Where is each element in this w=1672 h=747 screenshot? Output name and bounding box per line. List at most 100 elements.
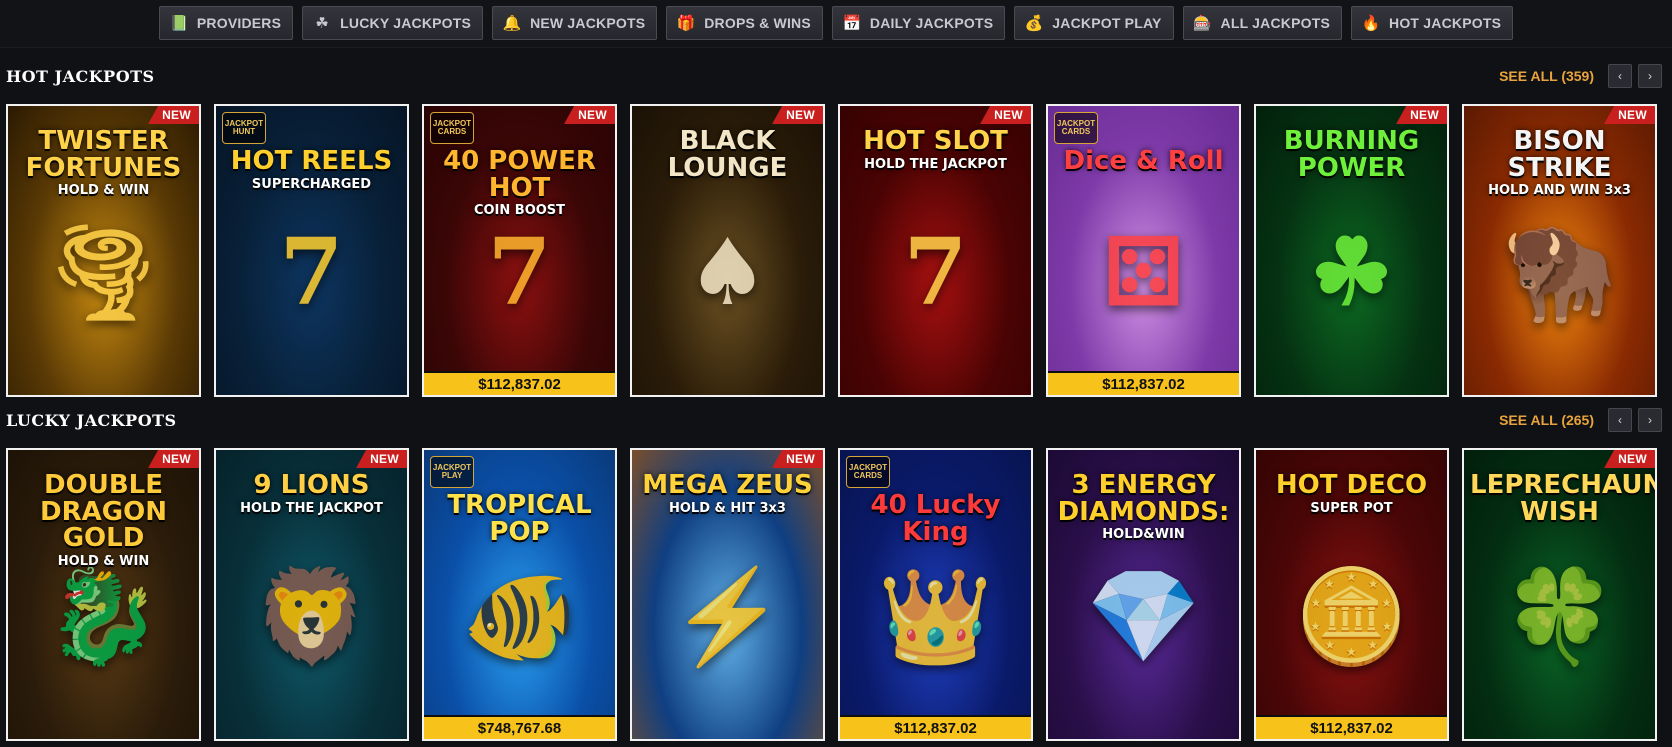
money-bag-icon: 💰 [1024, 14, 1044, 32]
section-title: LUCKY JACKPOTS [6, 410, 177, 430]
game-art-symbol-icon: 🪙 [1294, 562, 1409, 670]
game-tile[interactable]: 🐉 DOUBLE DRAGON GOLD HOLD & WIN NEW [6, 448, 201, 741]
provider-badge: JACKPOT CARDS [430, 112, 474, 144]
game-name: TWISTER FORTUNES [25, 126, 182, 183]
prev-arrow-icon[interactable]: ‹ [1608, 64, 1632, 88]
game-name: DOUBLE DRAGON GOLD [40, 470, 167, 554]
game-name: 40 Lucky King [870, 490, 1001, 547]
nav-all-jackpots-button[interactable]: 🎰 ALL JACKPOTS [1182, 6, 1343, 40]
game-tile[interactable]: 👑 40 Lucky King JACKPOT CARDS $112,837.02 [838, 448, 1033, 741]
game-art-symbol-icon: 🌪 [45, 218, 162, 326]
game-name: 40 POWER HOT [443, 146, 596, 203]
game-title: 40 POWER HOT COIN BOOST [430, 146, 609, 218]
clover-icon: ☘ [315, 14, 329, 32]
game-tile[interactable]: 7 40 POWER HOT COIN BOOST JACKPOT CARDS NEW $… [422, 104, 617, 397]
calendar-icon: 📅 [842, 14, 862, 32]
section-header: LUCKY JACKPOTS SEE ALL (265) ‹ › [0, 392, 1672, 448]
provider-badge: JACKPOT CARDS [1054, 112, 1098, 144]
see-all-link[interactable]: SEE ALL (359) [1499, 68, 1594, 84]
next-arrow-icon[interactable]: › [1638, 64, 1662, 88]
game-name: 3 ENERGY DIAMONDS: [1057, 470, 1230, 527]
nav-label: PROVIDERS [196, 15, 282, 31]
see-all-link[interactable]: SEE ALL (265) [1499, 412, 1594, 428]
game-art-symbol-icon: 🦬 [1502, 218, 1617, 326]
provider-badge: JACKPOT CARDS [846, 456, 890, 488]
next-arrow-icon[interactable]: › [1638, 408, 1662, 432]
game-tile[interactable]: 🪙 HOT DECO SUPER POT $112,837.02 [1254, 448, 1449, 741]
game-name: HOT DECO [1275, 470, 1428, 500]
nav-label: JACKPOT PLAY [1052, 15, 1162, 31]
game-tile[interactable]: 7 HOT REELS SUPERCHARGED JACKPOT HUNT [214, 104, 409, 397]
game-name: MEGA ZEUS [642, 470, 813, 500]
game-title: 9 LIONS HOLD THE JACKPOT [222, 472, 401, 515]
game-tile[interactable]: 🦁 9 LIONS HOLD THE JACKPOT NEW [214, 448, 409, 741]
game-title: LEPRECHAUN WISH [1470, 472, 1655, 525]
jackpot-amount: $748,767.68 [424, 715, 615, 739]
game-tile[interactable]: 🦬 BISON STRIKE HOLD AND WIN 3x3 NEW [1462, 104, 1657, 397]
nav-jackpot-play-button[interactable]: 💰 JACKPOT PLAY [1014, 6, 1174, 40]
drops-icon: 🎁 [676, 14, 696, 32]
nav-lucky-jackpots-button[interactable]: ☘ LUCKY JACKPOTS [302, 6, 484, 40]
bell-icon: 🔔 [502, 14, 522, 32]
game-tile[interactable]: ⚡ MEGA ZEUS HOLD & HIT 3x3 NEW [630, 448, 825, 741]
nav-label: LUCKY JACKPOTS [340, 15, 472, 31]
game-subtitle: HOLD & WIN [57, 553, 150, 569]
nav-providers-button[interactable]: 📗 PROVIDERS [158, 6, 294, 40]
game-title: 3 ENERGY DIAMONDS: HOLD&WIN [1054, 470, 1233, 542]
section-hot-jackpots: HOT JACKPOTS SEE ALL (359) ‹ › 🌪 TWISTER FORT… [0, 48, 1672, 397]
game-tile[interactable]: ☘ BURNING POWER NEW [1254, 104, 1449, 397]
section-title: HOT JACKPOTS [6, 66, 155, 86]
section-lucky-jackpots: LUCKY JACKPOTS SEE ALL (265) ‹ › 🐉 DOUBLE DRA… [0, 392, 1672, 741]
game-name: Dice & Roll [1063, 146, 1224, 176]
section-controls: SEE ALL (359) ‹ › [1499, 64, 1662, 88]
game-art-symbol-icon: 💎 [1086, 562, 1201, 670]
game-tile[interactable]: 7 HOT SLOT HOLD THE JACKPOT NEW [838, 104, 1033, 397]
game-tile[interactable]: ⚄ Dice & Roll JACKPOT CARDS $112,837.02 [1046, 104, 1241, 397]
game-name: HOT SLOT [863, 126, 1008, 156]
nav-hot-jackpots-button[interactable]: 🔥 HOT JACKPOTS [1351, 6, 1514, 40]
game-subtitle: HOLD & HIT 3x3 [669, 500, 786, 516]
game-row: 🌪 TWISTER FORTUNES HOLD & WIN NEW 7 HOT REELS… [0, 104, 1672, 397]
prev-arrow-icon[interactable]: ‹ [1608, 408, 1632, 432]
book-icon: 📗 [169, 14, 189, 32]
game-title: BISON STRIKE HOLD AND WIN 3x3 [1470, 126, 1649, 198]
game-tile[interactable]: 🐠 TROPICAL POP JACKPOT PLAY $748,767.68 [422, 448, 617, 741]
section-header: HOT JACKPOTS SEE ALL (359) ‹ › [0, 48, 1672, 104]
game-tile[interactable]: 🌪 TWISTER FORTUNES HOLD & WIN NEW [6, 104, 201, 397]
game-tile[interactable]: ♠ BLACK LOUNGE NEW [630, 104, 825, 397]
game-art-symbol-icon: ♠ [686, 218, 769, 326]
game-art-symbol-icon: 7 [279, 218, 344, 326]
game-art-symbol-icon: 🦁 [254, 562, 369, 670]
nav-daily-jackpots-button[interactable]: 📅 DAILY JACKPOTS [831, 6, 1006, 40]
game-title: TROPICAL POP [430, 492, 609, 545]
game-tile[interactable]: 🍀 LEPRECHAUN WISH NEW [1462, 448, 1657, 741]
nav-drops-wins-button[interactable]: 🎁 DROPS & WINS [666, 6, 823, 40]
nav-new-jackpots-button[interactable]: 🔔 NEW JACKPOTS [492, 6, 658, 40]
game-title: DOUBLE DRAGON GOLD HOLD & WIN [14, 472, 193, 568]
fire-icon: 🔥 [1361, 14, 1381, 32]
nav-label: NEW JACKPOTS [530, 15, 646, 31]
game-title: BURNING POWER [1262, 128, 1441, 181]
game-title: BLACK LOUNGE [638, 128, 817, 181]
game-art-symbol-icon: 7 [487, 218, 552, 326]
game-art-symbol-icon: 🍀 [1502, 562, 1617, 670]
game-title: TWISTER FORTUNES HOLD & WIN [14, 126, 193, 199]
game-name: BLACK LOUNGE [667, 126, 788, 183]
jackpot-amount: $112,837.02 [840, 715, 1031, 739]
nav-label: ALL JACKPOTS [1220, 15, 1331, 31]
game-title: HOT DECO SUPER POT [1262, 472, 1441, 515]
slot-machine-icon: 🎰 [1193, 14, 1212, 32]
game-subtitle: HOLD THE JACKPOT [240, 500, 383, 516]
game-art-symbol-icon: 7 [903, 218, 968, 326]
game-tile[interactable]: 💎 3 ENERGY DIAMONDS: HOLD&WIN [1046, 448, 1241, 741]
game-art-symbol-icon: 🐉 [46, 562, 161, 670]
game-art-symbol-icon: 👑 [878, 562, 993, 670]
game-name: 9 LIONS [253, 470, 370, 500]
nav-label: HOT JACKPOTS [1389, 15, 1502, 31]
game-name: HOT REELS [230, 146, 393, 176]
nav-label: DAILY JACKPOTS [869, 15, 994, 31]
game-name: BISON STRIKE [1507, 126, 1612, 183]
game-title: 40 Lucky King [846, 492, 1025, 545]
game-subtitle: HOLD & WIN [57, 183, 150, 199]
game-row: 🐉 DOUBLE DRAGON GOLD HOLD & WIN NEW 🦁 9 LIONS… [0, 448, 1672, 741]
